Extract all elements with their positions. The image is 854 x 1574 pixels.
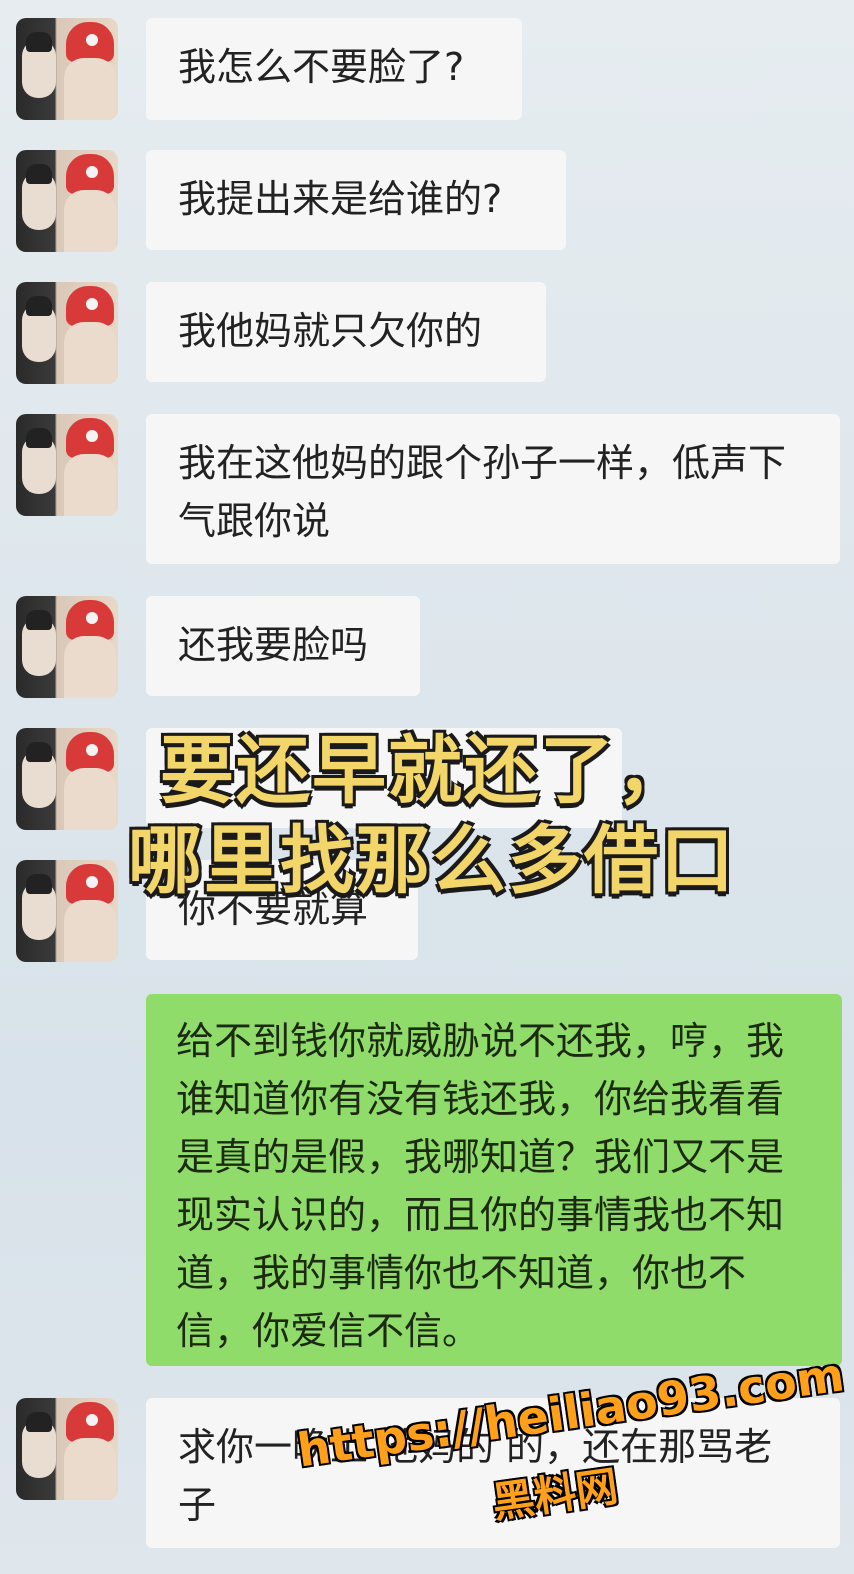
message-text: 我他妈就只欠你的 xyxy=(178,309,483,353)
avatar[interactable] xyxy=(16,860,118,962)
avatar[interactable] xyxy=(16,414,118,516)
message-bubble[interactable]: 我在这他妈的跟个孙子一样，低声下气跟你说 xyxy=(146,414,840,564)
message-text: 给不到钱你就威胁说不还我，哼，我谁知道你有没有钱还我，你给我看看是真的是假，我哪… xyxy=(176,1019,785,1353)
message-bubble-sent[interactable]: 给不到钱你就威胁说不还我，哼，我谁知道你有没有钱还我，你给我看看是真的是假，我哪… xyxy=(146,994,842,1366)
avatar[interactable] xyxy=(16,728,118,830)
message-bubble[interactable]: 我怎么不要脸了? xyxy=(146,18,522,120)
avatar[interactable] xyxy=(16,150,118,252)
message-bubble[interactable]: 我他妈就只欠你的 xyxy=(146,282,546,382)
caption-line-2: 哪里找那么多借口 xyxy=(128,818,736,904)
message-text: 我提出来是给谁的? xyxy=(178,177,503,221)
message-text: 我怎么不要脸了? xyxy=(178,45,465,89)
message-bubble[interactable]: 还我要脸吗 xyxy=(146,596,420,696)
avatar[interactable] xyxy=(16,18,118,120)
message-bubble[interactable]: 我提出来是给谁的? xyxy=(146,150,566,250)
avatar[interactable] xyxy=(16,282,118,384)
message-text: 我在这他妈的跟个孙子一样，低声下气跟你说 xyxy=(178,441,787,543)
caption-line-1: 要还早就还了， xyxy=(160,728,692,814)
avatar[interactable] xyxy=(16,1398,118,1500)
avatar[interactable] xyxy=(16,596,118,698)
message-text: 还我要脸吗 xyxy=(178,623,369,667)
